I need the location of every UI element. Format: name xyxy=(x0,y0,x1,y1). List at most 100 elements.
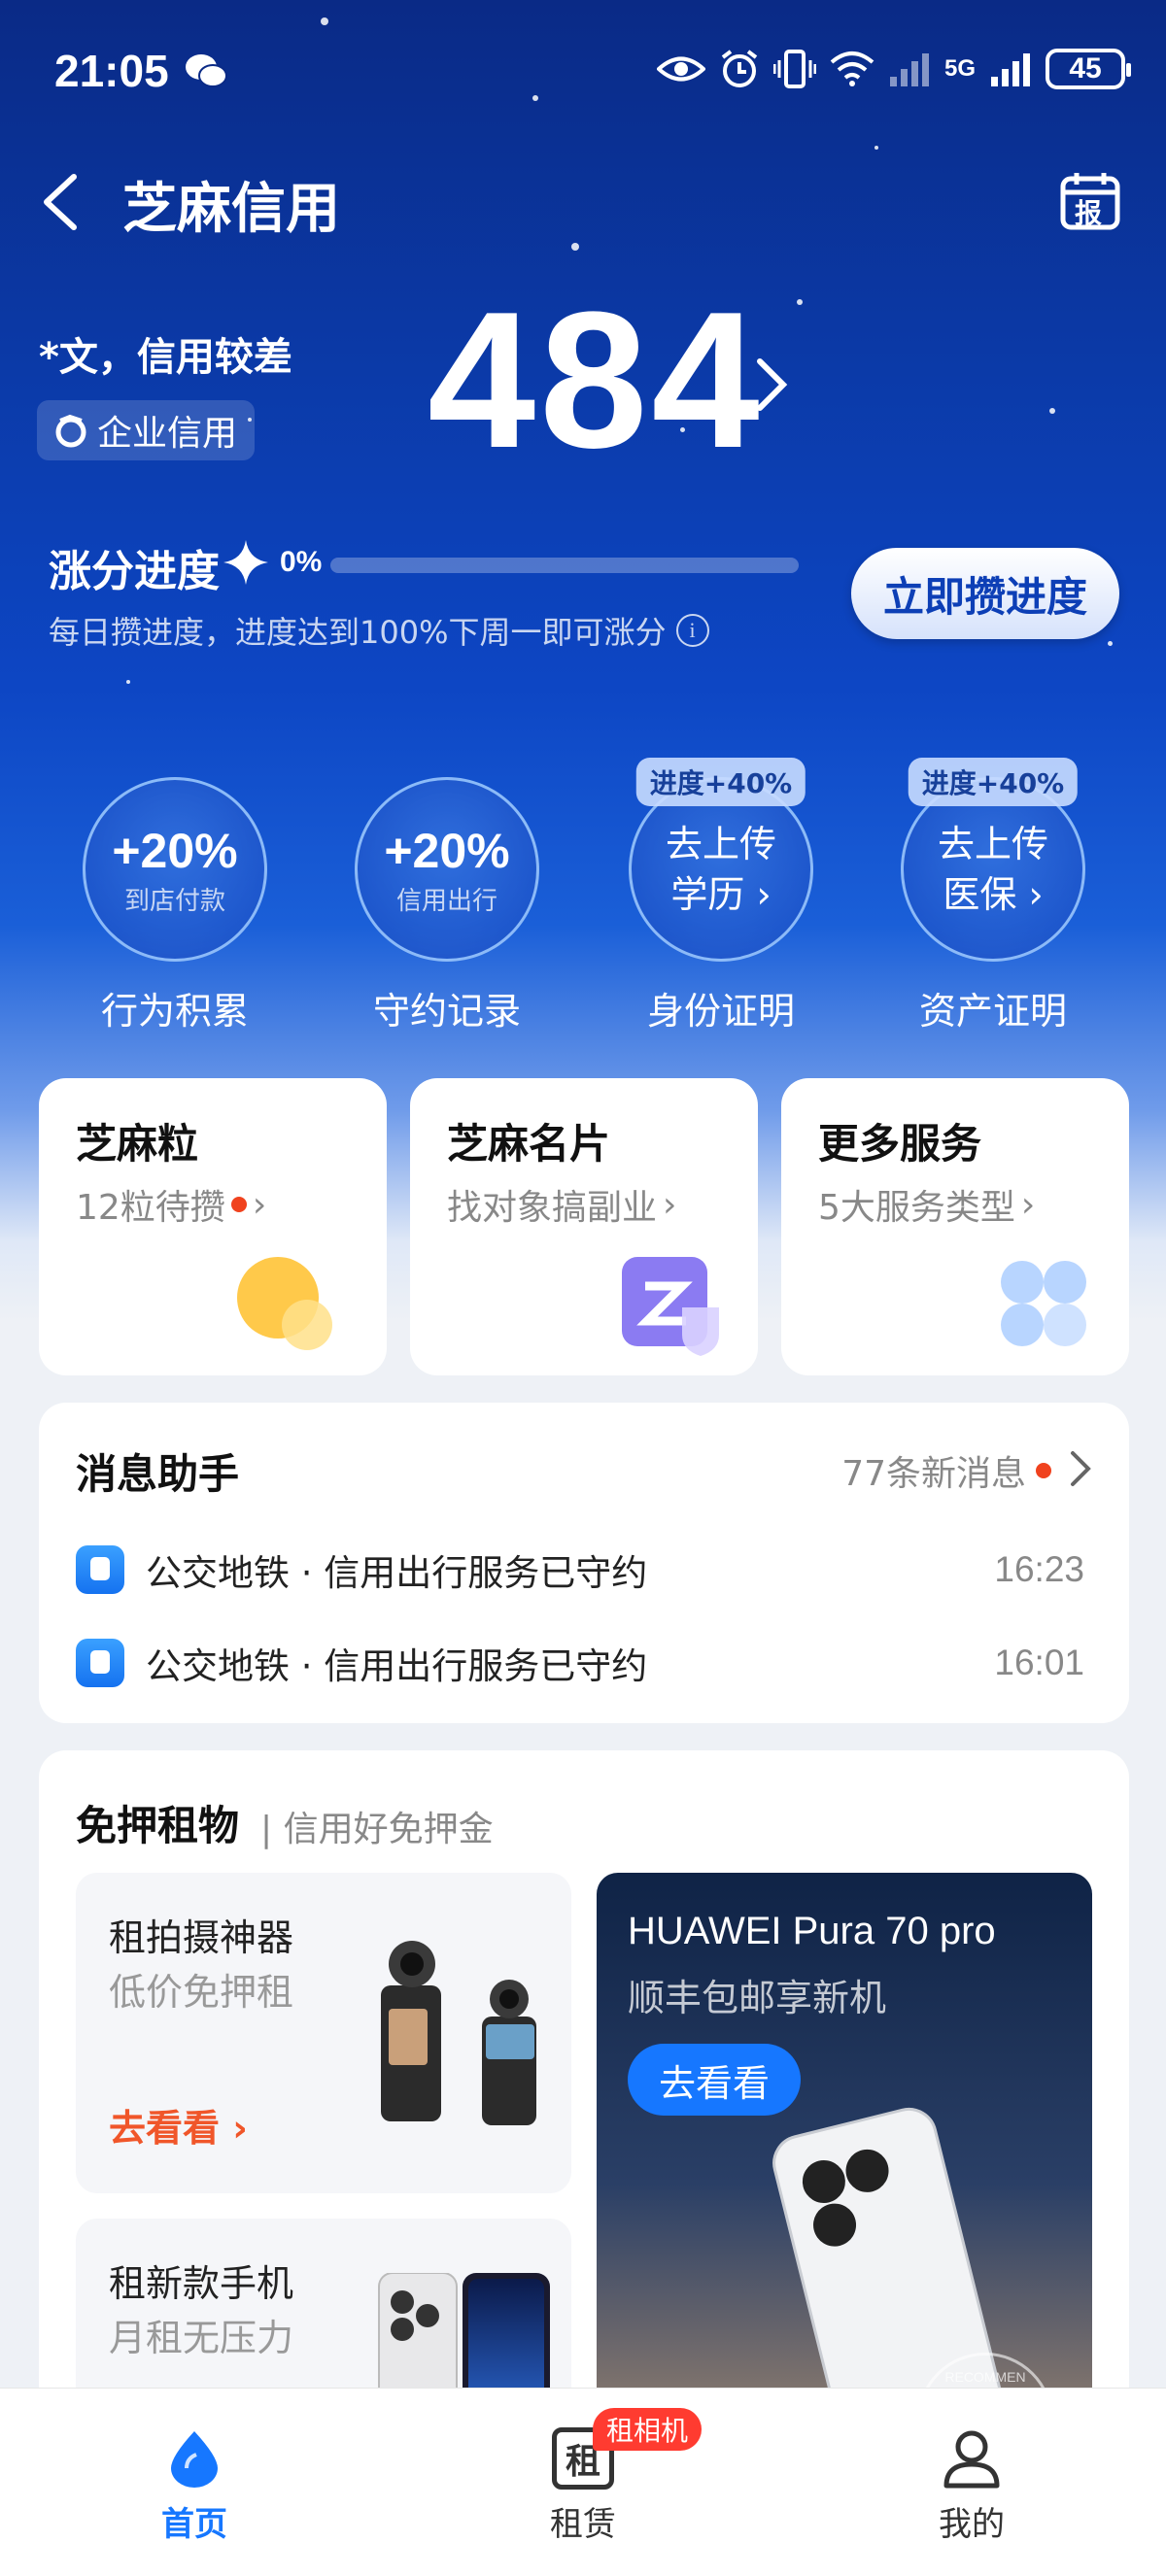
alarm-icon xyxy=(721,50,758,87)
battery-indicator: 45 xyxy=(1046,49,1131,89)
tab-label: 租赁 xyxy=(550,2505,616,2544)
progress-subtitle: 每日攒进度，进度达到100%下周一即可涨分 i xyxy=(49,608,709,653)
transit-app-icon xyxy=(76,1545,124,1594)
signal-5g-icon xyxy=(991,53,1030,86)
eye-icon xyxy=(656,56,705,82)
chevron-right-icon[interactable] xyxy=(1069,1449,1092,1488)
category-label: 守约记录 xyxy=(372,990,521,1033)
message-helper-title: 消息助手 xyxy=(76,1450,240,1498)
chevron-right-icon: › xyxy=(1020,1184,1036,1225)
card-title: 更多服务 xyxy=(818,1120,982,1168)
wechat-icon xyxy=(186,54,227,87)
tab-home[interactable]: 首页 xyxy=(97,2389,292,2576)
promo-title: HUAWEI Pura 70 pro xyxy=(628,1910,996,1952)
category-circle: +20% 信用出行 xyxy=(355,777,539,962)
message-item[interactable]: 公交地铁 · 信用出行服务已守约 16:23 xyxy=(76,1541,1084,1599)
tab-rent[interactable]: 租 租相机 租赁 xyxy=(486,2389,703,2576)
status-time: 21:05 xyxy=(54,46,169,96)
category-label: 资产证明 xyxy=(918,990,1067,1033)
profile-icon xyxy=(943,2430,1000,2489)
rent-item-title: 租拍摄神器 xyxy=(109,1916,294,1959)
name-card-icon xyxy=(622,1257,719,1356)
category-action: 去上传 xyxy=(937,823,1048,865)
card-title: 芝麻名片 xyxy=(447,1120,611,1168)
rental-title: 免押租物 xyxy=(76,1802,240,1849)
card-subtitle-text: 12粒待攒 xyxy=(76,1188,225,1228)
new-dot xyxy=(1036,1463,1051,1478)
progress-bar xyxy=(330,558,799,573)
message-text: 公交地铁 · 信用出行服务已守约 xyxy=(146,1552,648,1594)
category-label: 身份证明 xyxy=(646,990,795,1033)
sparkle-icon xyxy=(223,540,268,585)
huawei-promo-card[interactable]: HUAWEI Pura 70 pro 顺丰包邮享新机 去看看 RECOMMEN xyxy=(597,1873,1092,2430)
new-dot xyxy=(230,1197,247,1212)
status-icons: 5G 45 xyxy=(656,49,1131,89)
gimbal-camera-image xyxy=(381,1941,536,2125)
credit-score[interactable]: 484 xyxy=(428,284,764,478)
category-source: 到店付款 xyxy=(123,886,225,916)
new-message-count[interactable]: 77条新消息 xyxy=(841,1445,1051,1496)
battery-level: 45 xyxy=(1069,52,1102,85)
deposit-free-rental-card: 免押租物 | 信用好免押金 租拍摄神器 低价免押租 去看看 › 租新款手机 月租… xyxy=(39,1750,1129,2430)
category-bonus: +20% xyxy=(112,823,238,878)
rent-item-subtitle: 低价免押租 xyxy=(109,1971,294,2014)
sesame-grain-icon xyxy=(237,1257,332,1350)
tab-badge: 租相机 xyxy=(593,2408,703,2451)
category-source: 信用出行 xyxy=(395,886,497,916)
card-subtitle-text: 5大服务类型 xyxy=(818,1188,1015,1228)
message-item[interactable]: 公交地铁 · 信用出行服务已守约 16:01 xyxy=(76,1634,1084,1692)
category-assets[interactable]: 去上传 医保 › 进度+40% 资产证明 xyxy=(857,758,1129,1033)
enterprise-credit-label: 企业信用 xyxy=(97,414,238,454)
chevron-right-icon: › xyxy=(252,1184,267,1225)
promo-subtitle: 顺丰包邮享新机 xyxy=(628,1977,887,2019)
progress-bonus-pill: 进度+40% xyxy=(635,758,806,806)
card-subtitle: 12粒待攒 › xyxy=(76,1179,266,1230)
rent-item-subtitle: 月租无压力 xyxy=(109,2317,294,2359)
tab-label: 首页 xyxy=(161,2505,227,2544)
progress-label: 涨分进度 xyxy=(49,547,220,596)
card-title: 芝麻粒 xyxy=(76,1120,199,1168)
name-card-card[interactable]: 芝麻名片 找对象搞副业 › xyxy=(410,1078,758,1375)
enterprise-credit-button[interactable]: 企业信用 xyxy=(37,400,256,460)
back-arrow-icon[interactable] xyxy=(39,173,82,231)
enterprise-credit-icon xyxy=(55,414,86,448)
message-time: 16:23 xyxy=(994,1549,1084,1589)
rental-subtitle: | 信用好免押金 xyxy=(260,1810,494,1849)
transit-app-icon xyxy=(76,1639,124,1687)
more-services-card[interactable]: 更多服务 5大服务类型 › xyxy=(781,1078,1129,1375)
category-action-target: 医保 › xyxy=(943,873,1044,916)
category-contract[interactable]: +20% 信用出行 守约记录 xyxy=(311,758,583,1033)
tab-profile[interactable]: 我的 xyxy=(874,2389,1069,2576)
chevron-right-icon: › xyxy=(663,1184,677,1225)
card-subtitle: 5大服务类型 › xyxy=(818,1179,1035,1230)
view-link[interactable]: 去看看 › xyxy=(109,2098,248,2152)
category-behavior[interactable]: +20% 到店付款 行为积累 xyxy=(39,758,311,1033)
chevron-right-icon[interactable] xyxy=(754,356,789,414)
card-subtitle: 找对象搞副业 › xyxy=(447,1179,676,1230)
network-label: 5G xyxy=(943,55,976,82)
home-drop-icon xyxy=(171,2431,218,2488)
category-label: 行为积累 xyxy=(100,990,249,1033)
collect-progress-button[interactable]: 立即攒进度 xyxy=(851,548,1119,639)
category-circle: +20% 到店付款 xyxy=(83,777,267,962)
sesame-grain-card[interactable]: 芝麻粒 12粒待攒 › xyxy=(39,1078,387,1375)
message-time: 16:01 xyxy=(994,1643,1084,1682)
category-action-target: 学历 › xyxy=(670,873,772,916)
calendar-label: 报 xyxy=(1075,197,1103,229)
vibrate-icon xyxy=(772,50,816,88)
rent-camera-card[interactable]: 租拍摄神器 低价免押租 去看看 › xyxy=(76,1873,571,2193)
progress-percent: 0% xyxy=(280,546,323,578)
credit-categories: +20% 到店付款 行为积累 +20% 信用出行 守约记录 去上传 学历 › 进… xyxy=(0,758,1166,1049)
wifi-icon xyxy=(830,51,874,86)
signal-icon xyxy=(889,53,929,86)
report-calendar-button[interactable]: 报 xyxy=(1059,169,1121,231)
info-icon[interactable]: i xyxy=(675,614,709,647)
category-identity[interactable]: 去上传 学历 › 进度+40% 身份证明 xyxy=(585,758,857,1033)
clover-icon xyxy=(1001,1261,1086,1346)
category-bonus: +20% xyxy=(384,823,510,878)
progress-subtitle-text: 每日攒进度，进度达到100%下周一即可涨分 xyxy=(49,614,667,651)
message-helper-card[interactable]: 消息助手 77条新消息 公交地铁 · 信用出行服务已守约 16:23 公交地铁 … xyxy=(39,1403,1129,1723)
category-action: 去上传 xyxy=(665,823,776,865)
user-credit-description: *文，信用较差 xyxy=(39,335,292,380)
page-title: 芝麻信用 xyxy=(122,178,340,241)
